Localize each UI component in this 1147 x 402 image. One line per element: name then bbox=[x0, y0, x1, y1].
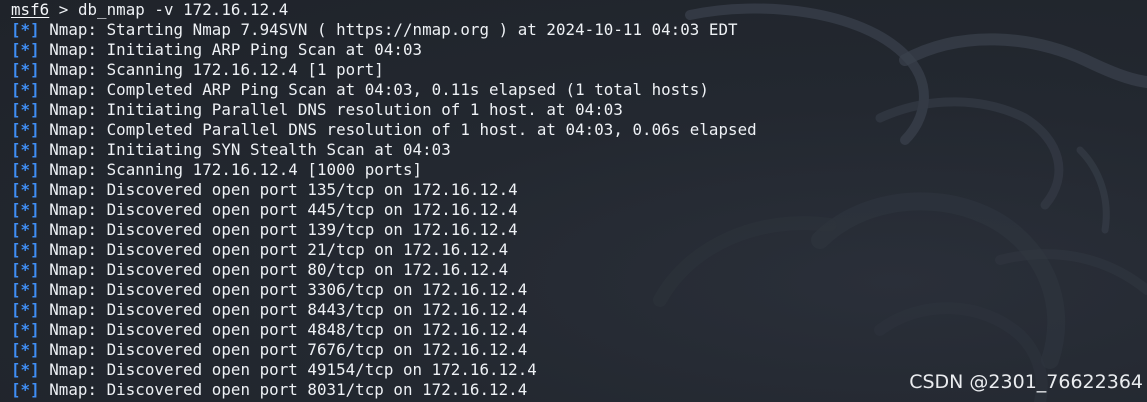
output-line: [*] Nmap: Completed ARP Ping Scan at 04:… bbox=[11, 80, 1141, 100]
info-tag: [*] bbox=[11, 60, 40, 79]
output-line: [*] Nmap: Scanning 172.16.12.4 [1 port] bbox=[11, 60, 1141, 80]
output-text: Nmap: Discovered open port 8443/tcp on 1… bbox=[49, 300, 528, 319]
output-line: [*] Nmap: Discovered open port 445/tcp o… bbox=[11, 200, 1141, 220]
info-tag: [*] bbox=[11, 120, 40, 139]
prompt-command: db_nmap -v 172.16.12.4 bbox=[77, 0, 289, 19]
output-line: [*] Nmap: Discovered open port 7676/tcp … bbox=[11, 340, 1141, 360]
output-text: Nmap: Discovered open port 4848/tcp on 1… bbox=[49, 320, 528, 339]
info-tag: [*] bbox=[11, 80, 40, 99]
output-text: Nmap: Discovered open port 8031/tcp on 1… bbox=[49, 380, 528, 399]
output-line: [*] Nmap: Starting Nmap 7.94SVN ( https:… bbox=[11, 20, 1141, 40]
output-line: [*] Nmap: Initiating ARP Ping Scan at 04… bbox=[11, 40, 1141, 60]
output-text: Nmap: Discovered open port 139/tcp on 17… bbox=[49, 220, 518, 239]
output-line: [*] Nmap: Discovered open port 139/tcp o… bbox=[11, 220, 1141, 240]
info-tag: [*] bbox=[11, 320, 40, 339]
info-tag: [*] bbox=[11, 200, 40, 219]
terminal-window[interactable]: msf6 > db_nmap -v 172.16.12.4 [*] Nmap: … bbox=[0, 0, 1147, 402]
output-text: Nmap: Discovered open port 49154/tcp on … bbox=[49, 360, 537, 379]
output-line: [*] Nmap: Discovered open port 3306/tcp … bbox=[11, 280, 1141, 300]
output-line: [*] Nmap: Scanning 172.16.12.4 [1000 por… bbox=[11, 160, 1141, 180]
output-line: [*] Nmap: Completed Parallel DNS resolut… bbox=[11, 120, 1141, 140]
info-tag: [*] bbox=[11, 300, 40, 319]
info-tag: [*] bbox=[11, 260, 40, 279]
info-tag: [*] bbox=[11, 220, 40, 239]
info-tag: [*] bbox=[11, 280, 40, 299]
info-tag: [*] bbox=[11, 360, 40, 379]
output-text: Nmap: Scanning 172.16.12.4 [1 port] bbox=[49, 60, 384, 79]
output-text: Nmap: Initiating Parallel DNS resolution… bbox=[49, 100, 623, 119]
info-tag: [*] bbox=[11, 340, 40, 359]
info-tag: [*] bbox=[11, 40, 40, 59]
output-text: Nmap: Initiating ARP Ping Scan at 04:03 bbox=[49, 40, 423, 59]
info-tag: [*] bbox=[11, 380, 40, 399]
prompt-line: msf6 > db_nmap -v 172.16.12.4 bbox=[11, 0, 1141, 20]
output-text: Nmap: Discovered open port 7676/tcp on 1… bbox=[49, 340, 528, 359]
output-line: [*] Nmap: Discovered open port 4848/tcp … bbox=[11, 320, 1141, 340]
info-tag: [*] bbox=[11, 140, 40, 159]
output-line: [*] Nmap: Discovered open port 80/tcp on… bbox=[11, 260, 1141, 280]
info-tag: [*] bbox=[11, 20, 40, 39]
output-text: Nmap: Discovered open port 80/tcp on 172… bbox=[49, 260, 509, 279]
info-tag: [*] bbox=[11, 160, 40, 179]
output-line: [*] Nmap: Initiating Parallel DNS resolu… bbox=[11, 100, 1141, 120]
prompt-separator: > bbox=[49, 0, 78, 19]
output-text: Nmap: Discovered open port 21/tcp on 172… bbox=[49, 240, 509, 259]
output-line: [*] Nmap: Initiating SYN Stealth Scan at… bbox=[11, 140, 1141, 160]
output-text: Nmap: Scanning 172.16.12.4 [1000 ports] bbox=[49, 160, 423, 179]
output-text: Nmap: Starting Nmap 7.94SVN ( https://nm… bbox=[49, 20, 738, 39]
output-text: Nmap: Discovered open port 3306/tcp on 1… bbox=[49, 280, 528, 299]
csdn-watermark: CSDN @2301_76622364 bbox=[909, 371, 1143, 393]
output-text: Nmap: Completed ARP Ping Scan at 04:03, … bbox=[49, 80, 709, 99]
info-tag: [*] bbox=[11, 180, 40, 199]
output-line: [*] Nmap: Discovered open port 21/tcp on… bbox=[11, 240, 1141, 260]
output-text: Nmap: Initiating SYN Stealth Scan at 04:… bbox=[49, 140, 451, 159]
output-text: Nmap: Discovered open port 135/tcp on 17… bbox=[49, 180, 518, 199]
info-tag: [*] bbox=[11, 100, 40, 119]
info-tag: [*] bbox=[11, 240, 40, 259]
output-text: Nmap: Discovered open port 445/tcp on 17… bbox=[49, 200, 518, 219]
output-line: [*] Nmap: Discovered open port 135/tcp o… bbox=[11, 180, 1141, 200]
terminal-output[interactable]: msf6 > db_nmap -v 172.16.12.4 [*] Nmap: … bbox=[11, 0, 1141, 400]
output-line: [*] Nmap: Discovered open port 8443/tcp … bbox=[11, 300, 1141, 320]
prompt-name: msf6 bbox=[11, 0, 50, 19]
output-text: Nmap: Completed Parallel DNS resolution … bbox=[49, 120, 757, 139]
